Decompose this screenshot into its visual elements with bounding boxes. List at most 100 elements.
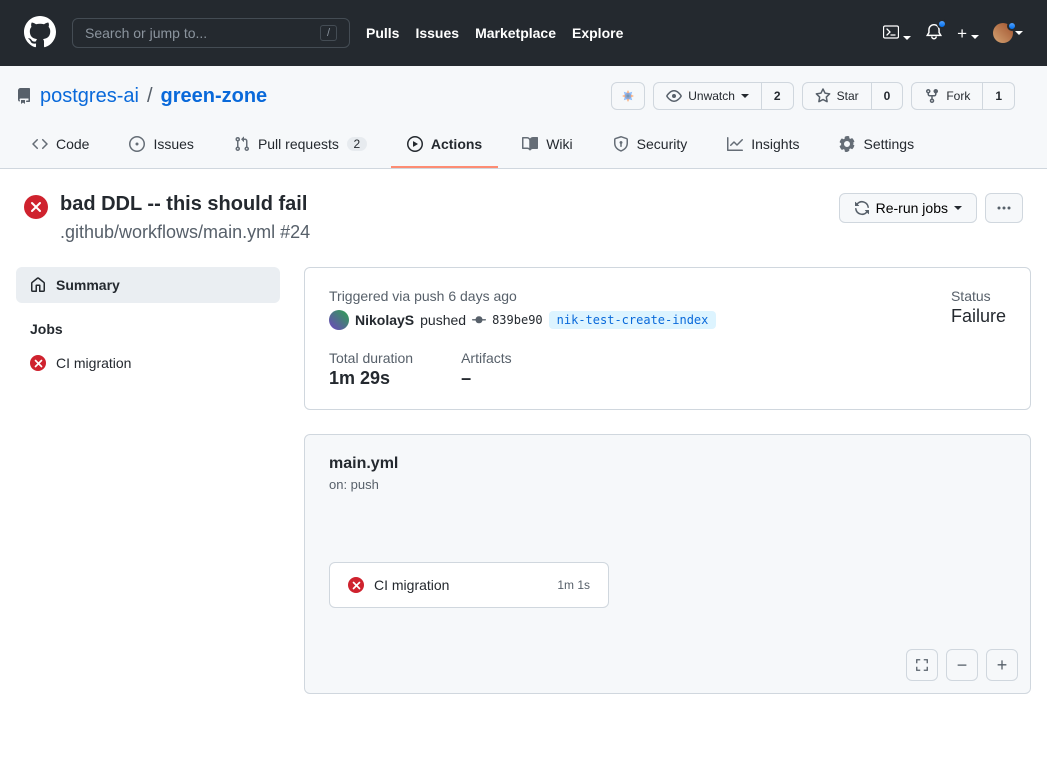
repo-breadcrumb: postgres-ai / green-zone	[16, 85, 267, 108]
tab-insights[interactable]: Insights	[711, 126, 815, 168]
branch-tag[interactable]: nik-test-create-index	[549, 311, 717, 329]
tab-code[interactable]: Code	[16, 126, 105, 168]
unwatch-button[interactable]: Unwatch	[653, 82, 762, 110]
run-subtitle: .github/workflows/main.yml #24	[60, 222, 310, 243]
tab-wiki[interactable]: Wiki	[506, 126, 588, 168]
kebab-icon	[996, 200, 1012, 216]
command-palette-icon[interactable]	[883, 24, 911, 43]
run-actions: Re-run jobs	[839, 193, 1023, 223]
trigger-info: Triggered via push 6 days ago NikolayS p…	[329, 288, 951, 330]
status-value: Failure	[951, 306, 1006, 327]
commit-sha[interactable]: 839be90	[492, 313, 543, 327]
graph-controls: − +	[906, 649, 1018, 681]
workflow-graph-card: main.yml on: push CI migration 1m 1s	[304, 434, 1031, 694]
watch-count[interactable]: 2	[762, 82, 794, 110]
star-button-group: Star 0	[802, 82, 904, 110]
tab-actions[interactable]: Actions	[391, 126, 498, 168]
notification-badge	[937, 19, 947, 29]
create-new-icon[interactable]: +	[957, 25, 979, 42]
summary-card: Triggered via push 6 days ago NikolayS p…	[304, 267, 1031, 410]
duration-label: Total duration	[329, 350, 413, 366]
run-title-wrap: bad DDL -- this should fail .github/work…	[24, 193, 310, 243]
star-button[interactable]: Star	[802, 82, 872, 110]
repo-header: postgres-ai / green-zone Unwatch 2 Star	[0, 66, 1047, 169]
status-label: Status	[951, 288, 1006, 304]
job-fail-icon	[348, 577, 364, 593]
zoom-in-button[interactable]: +	[986, 649, 1018, 681]
run-title-text: bad DDL -- this should fail	[60, 193, 310, 216]
job-duration: 1m 1s	[557, 578, 590, 592]
sidebar-item-summary[interactable]: Summary	[16, 267, 280, 303]
nav-pulls[interactable]: Pulls	[366, 25, 399, 41]
tab-settings[interactable]: Settings	[823, 126, 930, 168]
pull-request-icon	[234, 136, 250, 152]
header-nav: Pulls Issues Marketplace Explore	[366, 25, 623, 41]
slash-key-icon: /	[320, 25, 337, 41]
github-logo[interactable]	[24, 16, 56, 51]
job-node-left: CI migration	[348, 577, 449, 593]
nav-marketplace[interactable]: Marketplace	[475, 25, 556, 41]
nav-explore[interactable]: Explore	[572, 25, 623, 41]
artifacts-value: –	[461, 368, 512, 389]
search-input[interactable]: Search or jump to... /	[72, 18, 350, 48]
kebab-menu-button[interactable]	[985, 193, 1023, 223]
sidebar: Summary Jobs CI migration	[16, 267, 280, 694]
issue-icon	[129, 136, 145, 152]
trigger-detail: NikolayS pushed 839be90 nik-test-create-…	[329, 310, 951, 330]
graph-title: main.yml	[329, 455, 1006, 473]
watch-button-group: Unwatch 2	[653, 82, 793, 110]
special-app-button[interactable]	[611, 82, 645, 110]
user-menu[interactable]	[993, 23, 1023, 43]
fullscreen-button[interactable]	[906, 649, 938, 681]
graph-icon	[727, 136, 743, 152]
star-icon	[815, 88, 831, 104]
run-title: bad DDL -- this should fail .github/work…	[60, 193, 310, 243]
shield-icon	[613, 136, 629, 152]
tab-issues[interactable]: Issues	[113, 126, 209, 168]
duration-value: 1m 29s	[329, 368, 413, 389]
repo-icon	[16, 88, 32, 104]
fork-button[interactable]: Fork	[911, 82, 983, 110]
global-header: Search or jump to... / Pulls Issues Mark…	[0, 0, 1047, 66]
star-count[interactable]: 0	[872, 82, 904, 110]
sparkle-icon	[620, 88, 636, 104]
tab-security[interactable]: Security	[597, 126, 704, 168]
job-node-ci-migration[interactable]: CI migration 1m 1s	[329, 562, 609, 608]
graph-trigger: on: push	[329, 477, 1006, 492]
eye-icon	[666, 88, 682, 104]
stats-row: Total duration 1m 29s Artifacts –	[329, 350, 1006, 389]
code-icon	[32, 136, 48, 152]
zoom-out-button[interactable]: −	[946, 649, 978, 681]
repo-tabs: Code Issues Pull requests2 Actions Wiki …	[0, 126, 1047, 168]
status-block: Status Failure	[951, 288, 1006, 330]
repo-name-link[interactable]: green-zone	[161, 85, 268, 108]
fork-count[interactable]: 1	[983, 82, 1015, 110]
tab-pulls[interactable]: Pull requests2	[218, 126, 383, 168]
book-icon	[522, 136, 538, 152]
sidebar-item-ci-migration[interactable]: CI migration	[16, 345, 280, 381]
user-avatar-icon	[329, 310, 349, 330]
rerun-jobs-button[interactable]: Re-run jobs	[839, 193, 977, 223]
content-area: Triggered via push 6 days ago NikolayS p…	[304, 267, 1031, 694]
play-icon	[407, 136, 423, 152]
trigger-user[interactable]: NikolayS	[355, 312, 414, 328]
nav-issues[interactable]: Issues	[415, 25, 459, 41]
job-name: CI migration	[374, 577, 449, 593]
repo-owner-link[interactable]: postgres-ai	[40, 85, 139, 108]
main-content: bad DDL -- this should fail .github/work…	[0, 169, 1047, 718]
fork-button-group: Fork 1	[911, 82, 1015, 110]
chevron-down-icon	[741, 94, 749, 98]
trigger-row: Triggered via push 6 days ago NikolayS p…	[329, 288, 1006, 330]
notifications-icon[interactable]	[925, 23, 943, 44]
home-icon	[30, 277, 46, 293]
body-row: Summary Jobs CI migration Triggered via …	[16, 267, 1031, 694]
sidebar-jobs-heading: Jobs	[16, 303, 280, 345]
artifacts-label: Artifacts	[461, 350, 512, 366]
run-header: bad DDL -- this should fail .github/work…	[16, 193, 1031, 243]
repo-title-row: postgres-ai / green-zone Unwatch 2 Star	[0, 82, 1047, 126]
fork-icon	[924, 88, 940, 104]
run-status-icon	[24, 195, 48, 219]
trigger-label: Triggered via push 6 days ago	[329, 288, 951, 304]
repo-actions: Unwatch 2 Star 0 Fork 1	[611, 82, 1015, 110]
chevron-down-icon	[954, 206, 962, 210]
